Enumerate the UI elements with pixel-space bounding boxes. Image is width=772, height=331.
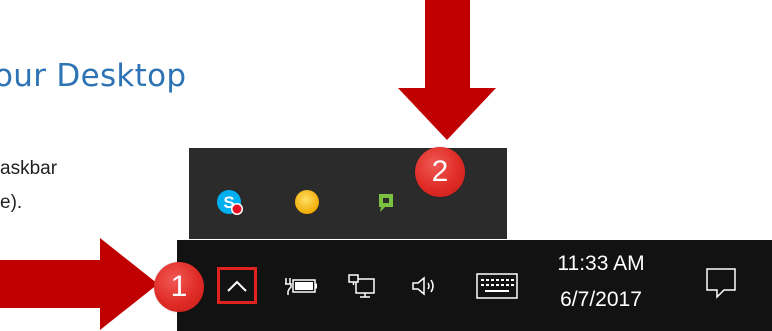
- clock-date: 6/7/2017: [560, 288, 642, 311]
- keyboard-icon[interactable]: [475, 272, 519, 300]
- document-text-line-1: askbar: [0, 158, 58, 179]
- taskbar-clock[interactable]: 11:33 AM 6/7/2017: [549, 248, 653, 316]
- volume-icon[interactable]: [410, 274, 440, 298]
- down-arrow-icon: [398, 0, 496, 140]
- power-battery-icon[interactable]: [284, 275, 318, 297]
- clock-time: 11:33 AM: [557, 252, 645, 275]
- network-icon[interactable]: [347, 272, 377, 300]
- show-hidden-icons-button[interactable]: [217, 267, 257, 304]
- callout-badge-1: 1: [154, 262, 204, 312]
- skype-icon[interactable]: S: [216, 188, 244, 216]
- yellow-circle-app-icon[interactable]: [293, 188, 321, 216]
- callout-badge-2: 2: [415, 147, 465, 197]
- right-arrow-icon: [0, 238, 158, 330]
- taskbar: 11:33 AM 6/7/2017: [177, 240, 772, 331]
- green-chat-app-icon[interactable]: [372, 188, 400, 216]
- document-text-line-2: e).: [0, 192, 23, 213]
- chevron-up-icon: [227, 280, 247, 292]
- action-center-icon[interactable]: [704, 266, 738, 302]
- document-heading: our Desktop: [0, 58, 187, 94]
